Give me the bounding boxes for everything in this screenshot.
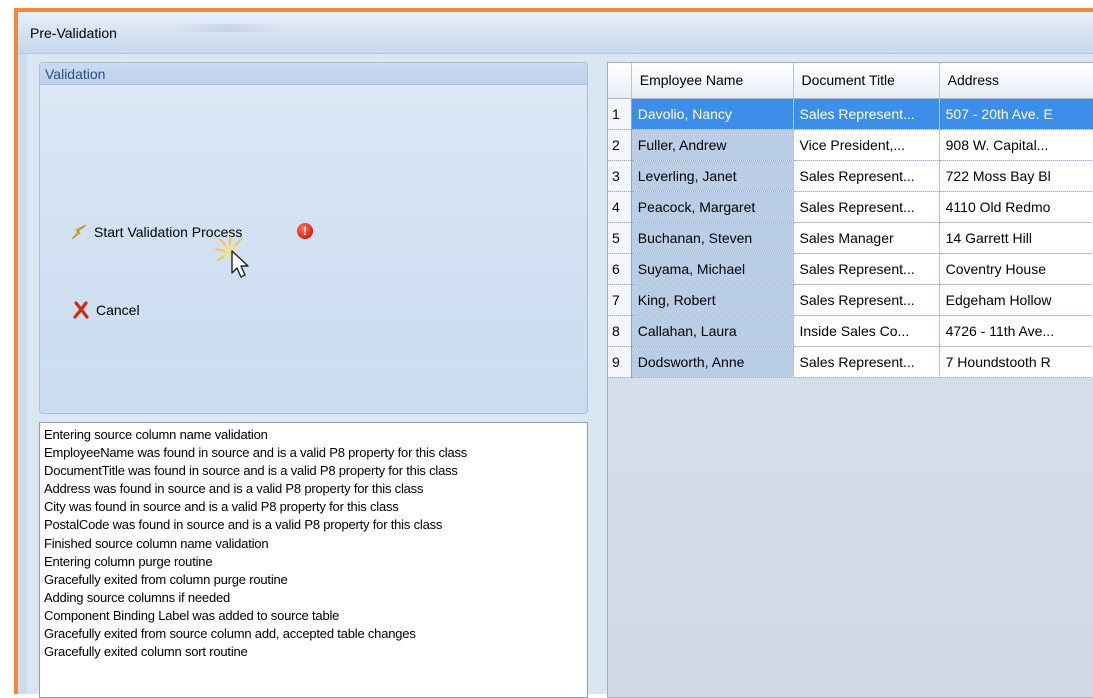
employee-name-cell[interactable]: Leverling, Janet xyxy=(631,160,794,192)
title-bar: Pre-Validation xyxy=(18,12,1093,54)
log-line: Gracefully exited column sort routine xyxy=(44,644,248,660)
table-row[interactable]: 1 Davolio, Nancy Sales Represent... 507 - 2… xyxy=(608,98,1093,130)
address-cell[interactable]: 722 Moss Bay Bl xyxy=(939,160,1093,192)
log-line: Component Binding Label was added to sou… xyxy=(44,607,340,623)
cancel-button[interactable]: Cancel xyxy=(72,301,140,319)
table-row[interactable]: 3 Leverling, Janet Sales Represent... 722 M… xyxy=(608,160,1093,192)
row-number-cell[interactable]: 8 xyxy=(608,315,632,347)
row-number-cell[interactable]: 3 xyxy=(608,160,632,192)
employee-name-cell[interactable]: Buchanan, Steven xyxy=(631,222,794,254)
row-number-cell[interactable]: 6 xyxy=(608,253,632,285)
row-number-cell[interactable]: 5 xyxy=(608,222,632,254)
employee-table: Employee Name Document Title Address 1 Da… xyxy=(608,63,1093,378)
table-row[interactable]: 5 Buchanan, Steven Sales Manager 14 Garrett… xyxy=(608,222,1093,254)
table-row[interactable]: 9 Dodsworth, Anne Sales Represent... 7 Houn… xyxy=(608,346,1093,378)
lightning-bolt-icon xyxy=(71,224,87,240)
row-number-header[interactable] xyxy=(608,63,632,99)
employee-name-cell[interactable]: Dodsworth, Anne xyxy=(631,346,794,378)
address-cell[interactable]: 4726 - 11th Ave... xyxy=(939,315,1093,347)
document-title-cell[interactable]: Vice President,... xyxy=(793,129,940,161)
error-exclamation-icon: ! xyxy=(297,223,313,239)
log-line: Address was found in source and is a val… xyxy=(44,481,424,497)
log-line: Entering column purge routine xyxy=(44,553,213,569)
validation-group-header: Validation xyxy=(40,63,587,85)
log-line: DocumentTitle was found in source and is… xyxy=(44,463,458,479)
document-title-cell[interactable]: Sales Manager xyxy=(793,222,940,254)
log-line: Adding source columns if needed xyxy=(44,589,231,605)
document-title-cell[interactable]: Inside Sales Co... xyxy=(793,315,940,347)
validation-group-label: Validation xyxy=(45,66,106,82)
table-row[interactable]: 7 King, Robert Sales Represent... Edgeham H… xyxy=(608,284,1093,316)
row-number-cell[interactable]: 4 xyxy=(608,191,632,223)
log-line: Gracefully exited from source column add… xyxy=(44,626,416,642)
left-edge xyxy=(18,54,27,694)
red-x-icon xyxy=(73,301,89,319)
column-header-address[interactable]: Address xyxy=(939,63,1093,99)
table-row[interactable]: 8 Callahan, Laura Inside Sales Co... 4726 -… xyxy=(608,315,1093,347)
employee-name-cell[interactable]: Peacock, Margaret xyxy=(631,191,794,223)
address-cell[interactable]: Edgeham Hollow xyxy=(939,284,1093,316)
grid-header-row: Employee Name Document Title Address xyxy=(608,63,1093,99)
row-number-cell[interactable]: 1 xyxy=(608,98,632,130)
document-title-cell[interactable]: Sales Represent... xyxy=(793,284,940,316)
mouse-pointer-icon xyxy=(215,236,249,278)
table-row[interactable]: 2 Fuller, Andrew Vice President,... 908 W. … xyxy=(608,129,1093,161)
document-title-cell[interactable]: Sales Represent... xyxy=(793,191,940,223)
address-cell[interactable]: 4110 Old Redmo xyxy=(939,191,1093,223)
employee-name-cell[interactable]: Callahan, Laura xyxy=(631,315,794,347)
address-cell[interactable]: Coventry House xyxy=(939,253,1093,285)
employee-name-cell[interactable]: Suyama, Michael xyxy=(631,253,794,285)
cancel-label: Cancel xyxy=(96,302,140,318)
window-frame: Pre-Validation Validation Start Validati… xyxy=(14,8,1093,698)
document-title-cell[interactable]: Sales Represent... xyxy=(793,98,940,130)
log-line: Finished source column name validation xyxy=(44,535,269,551)
address-cell[interactable]: 7 Houndstooth R xyxy=(939,346,1093,378)
title-bar-blur xyxy=(168,24,288,32)
table-row[interactable]: 6 Suyama, Michael Sales Represent... Covent… xyxy=(608,253,1093,285)
log-line: EmployeeName was found in source and is … xyxy=(44,445,468,461)
window-title: Pre-Validation xyxy=(30,25,117,41)
log-line: Gracefully exited from column purge rout… xyxy=(44,571,288,587)
document-title-cell[interactable]: Sales Represent... xyxy=(793,160,940,192)
address-cell[interactable]: 14 Garrett Hill xyxy=(939,222,1093,254)
column-header-employee-name[interactable]: Employee Name xyxy=(631,63,794,99)
row-number-cell[interactable]: 2 xyxy=(608,129,632,161)
row-number-cell[interactable]: 9 xyxy=(608,346,632,378)
log-line: PostalCode was found in source and is a … xyxy=(44,517,443,533)
address-cell[interactable]: 507 - 20th Ave. E xyxy=(939,98,1093,130)
log-line: Entering source column name validation xyxy=(44,427,268,442)
document-title-cell[interactable]: Sales Represent... xyxy=(793,346,940,378)
column-header-document-title[interactable]: Document Title xyxy=(793,63,940,99)
employee-name-cell[interactable]: King, Robert xyxy=(631,284,794,316)
employee-name-cell[interactable]: Fuller, Andrew xyxy=(631,129,794,161)
validation-group: Validation Start Validation Process ! Ca… xyxy=(39,62,588,414)
table-row[interactable]: 4 Peacock, Margaret Sales Represent... 4110… xyxy=(608,191,1093,223)
document-title-cell[interactable]: Sales Represent... xyxy=(793,253,940,285)
employee-name-cell[interactable]: Davolio, Nancy xyxy=(631,98,794,130)
validation-log[interactable]: Entering source column name validation Em… xyxy=(39,422,588,698)
row-number-cell[interactable]: 7 xyxy=(608,284,632,316)
address-cell[interactable]: 908 W. Capital... xyxy=(939,129,1093,161)
log-line: City was found in source and is a valid … xyxy=(44,499,399,515)
employee-grid[interactable]: Employee Name Document Title Address 1 Da… xyxy=(607,62,1093,698)
